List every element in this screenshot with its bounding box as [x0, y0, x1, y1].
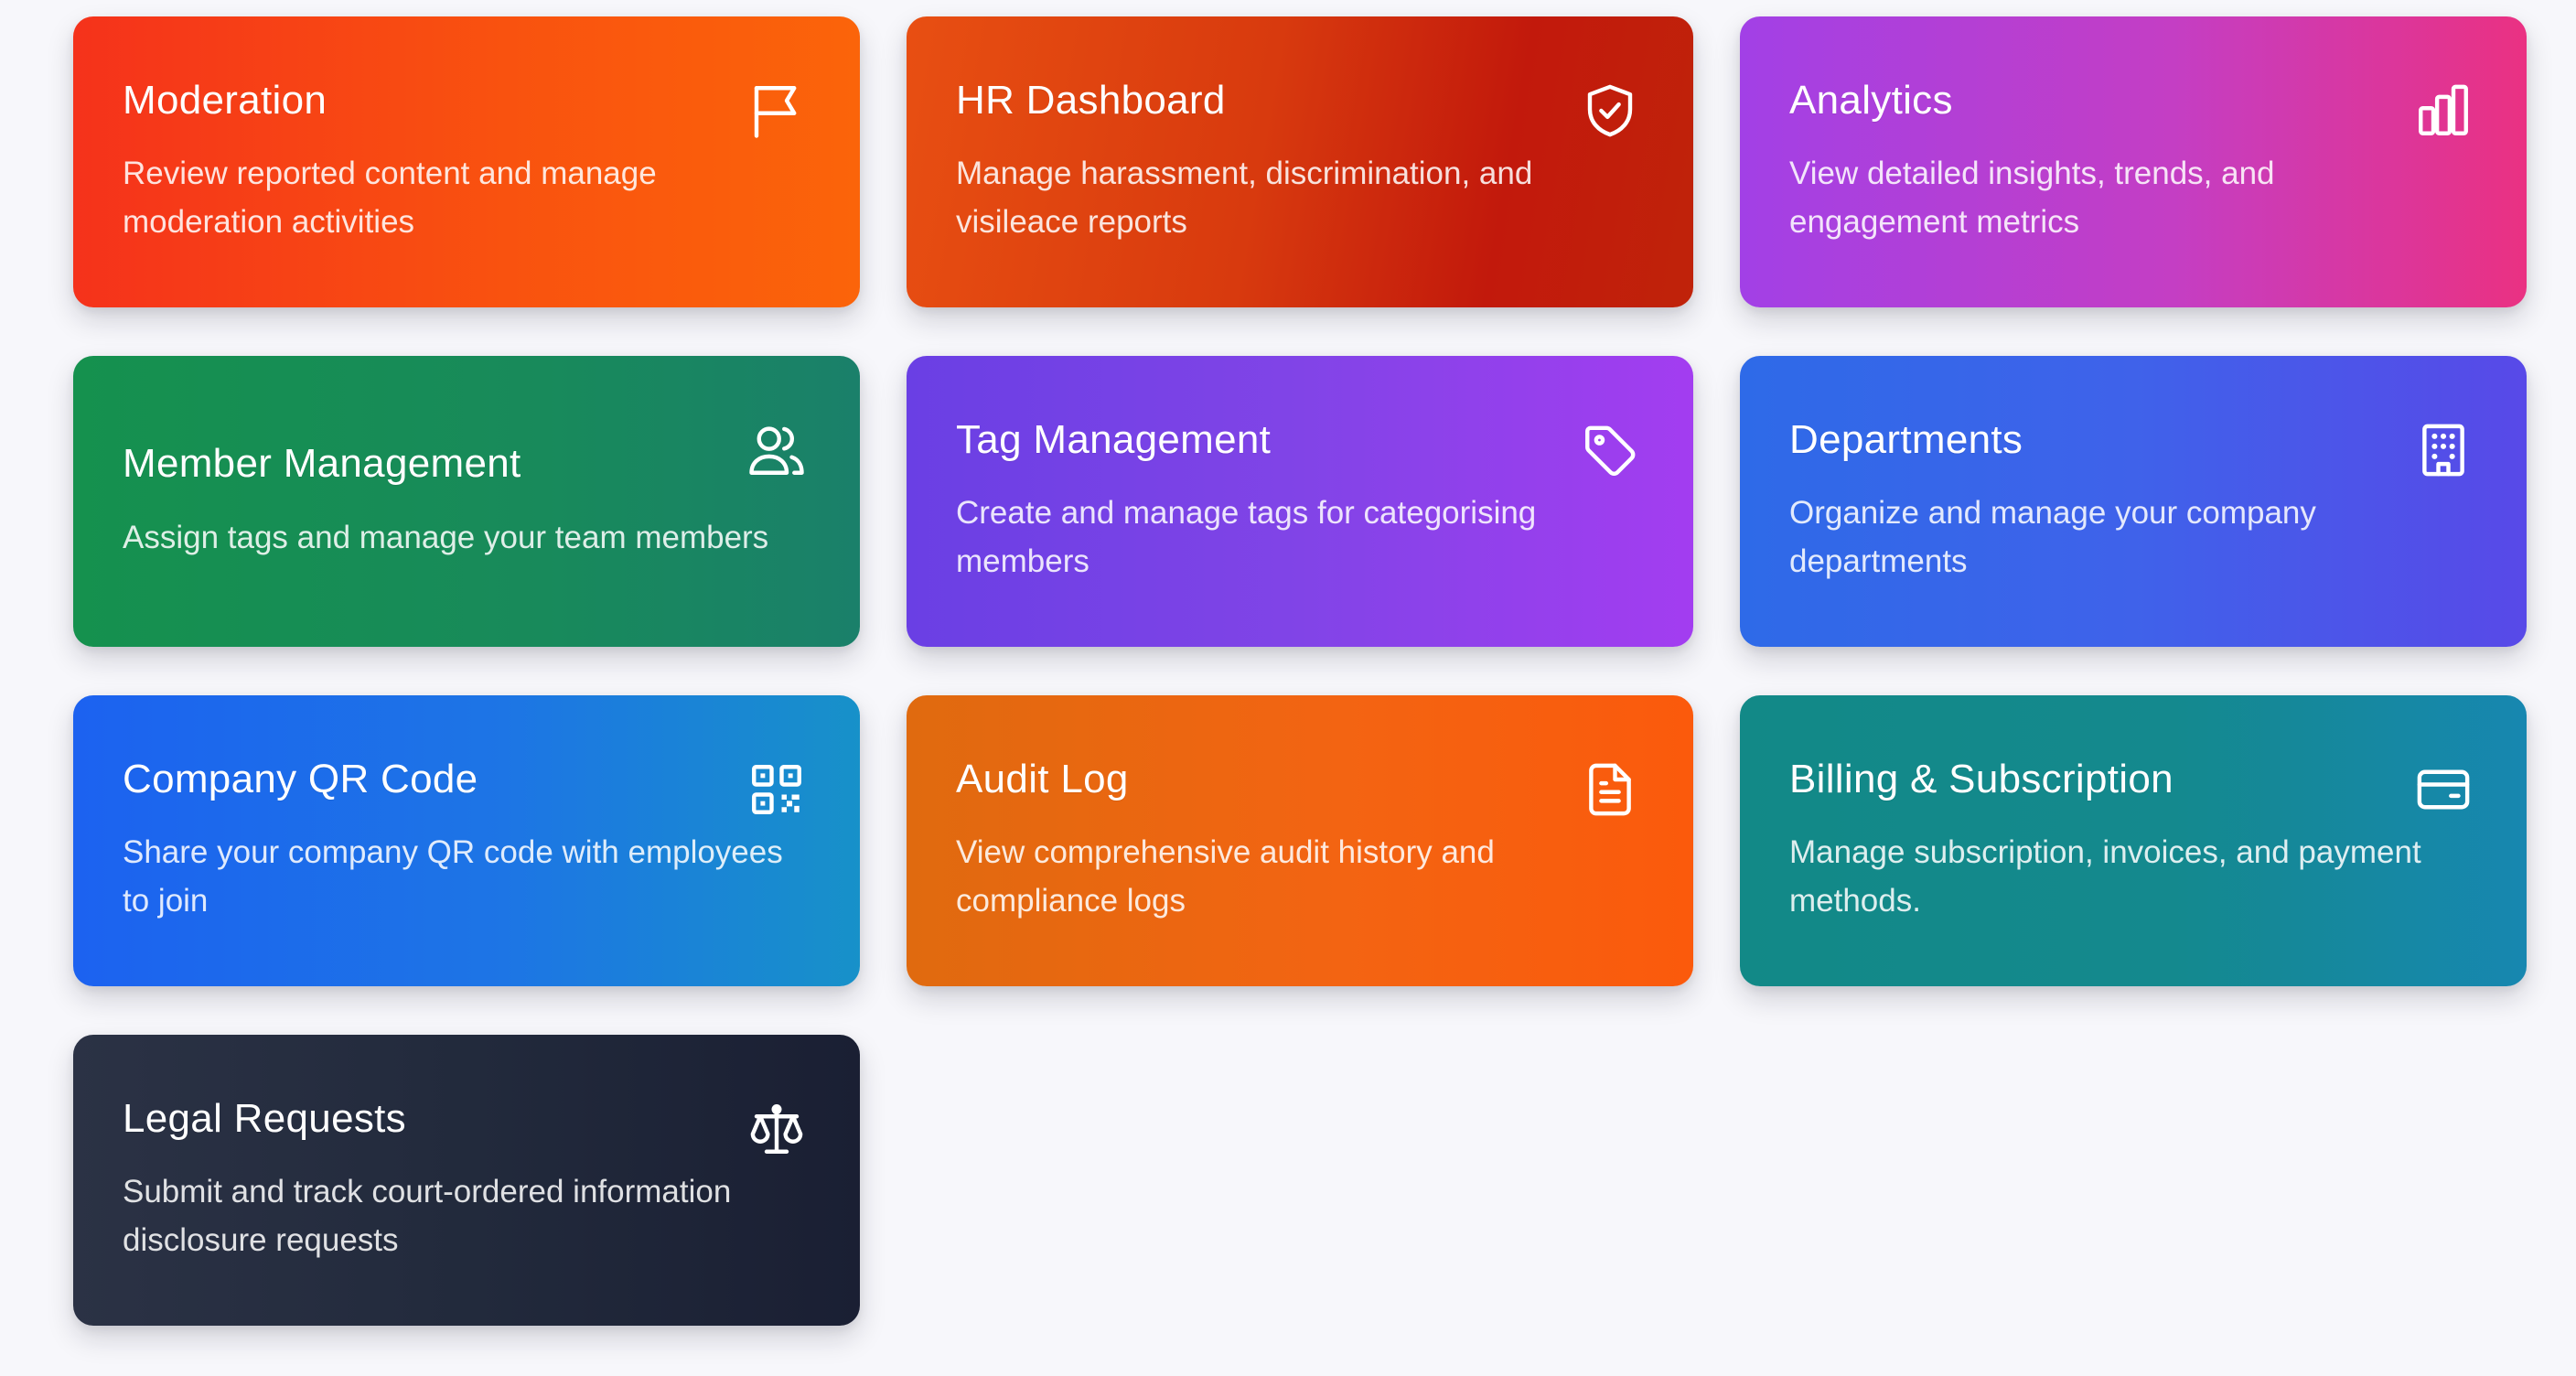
shield-check-icon: [1580, 81, 1640, 141]
audit-log-card[interactable]: Audit Log View comprehensive audit histo…: [907, 695, 1693, 986]
billing-subscription-card[interactable]: Billing & Subscription Manage subscripti…: [1740, 695, 2527, 986]
card-description: Assign tags and manage your team members: [123, 519, 769, 555]
bar-chart-icon: [2413, 81, 2474, 141]
member-management-card[interactable]: Member Management Assign tags and manage…: [73, 356, 860, 647]
building-icon: [2413, 420, 2474, 480]
card-description: Create and manage tags for categorising …: [956, 495, 1537, 580]
card-title: Billing & Subscription: [1789, 756, 2174, 801]
card-description: Organize and manage your company departm…: [1789, 495, 2316, 580]
card-title: Departments: [1789, 416, 2023, 462]
card-title: Member Management: [123, 441, 521, 487]
credit-card-icon: [2413, 759, 2474, 820]
card-description: Manage harassment, discrimination, and v…: [956, 156, 1533, 241]
company-qr-code-card[interactable]: Company QR Code Share your company QR co…: [73, 695, 860, 986]
tag-management-card[interactable]: Tag Management Create and manage tags fo…: [907, 356, 1693, 647]
flag-icon: [746, 81, 807, 141]
card-description: Manage subscription, invoices, and payme…: [1789, 834, 2421, 919]
card-description: View comprehensive audit history and com…: [956, 834, 1495, 919]
card-title: Tag Management: [956, 416, 1272, 462]
users-icon: [746, 420, 807, 480]
card-title: Legal Requests: [123, 1095, 406, 1141]
feature-card-grid: Moderation Review reported content and m…: [73, 16, 2527, 1326]
hr-dashboard-card[interactable]: HR Dashboard Manage harassment, discrimi…: [907, 16, 1693, 307]
card-title: Analytics: [1789, 77, 1953, 123]
scale-icon: [746, 1099, 807, 1159]
moderation-card[interactable]: Moderation Review reported content and m…: [73, 16, 860, 307]
departments-card[interactable]: Departments Organize and manage your com…: [1740, 356, 2527, 647]
card-title: HR Dashboard: [956, 77, 1226, 123]
legal-requests-card[interactable]: Legal Requests Submit and track court-or…: [73, 1035, 860, 1326]
card-description: Share your company QR code with employee…: [123, 834, 783, 919]
card-title: Moderation: [123, 77, 327, 123]
tag-icon: [1580, 420, 1640, 480]
card-title: Company QR Code: [123, 756, 478, 801]
card-description: Submit and track court-ordered informati…: [123, 1174, 732, 1259]
card-description: View detailed insights, trends, and enga…: [1789, 156, 2275, 241]
card-description: Review reported content and manage moder…: [123, 156, 657, 241]
analytics-card[interactable]: Analytics View detailed insights, trends…: [1740, 16, 2527, 307]
qr-code-icon: [746, 759, 807, 820]
file-text-icon: [1580, 759, 1640, 820]
card-title: Audit Log: [956, 756, 1129, 801]
